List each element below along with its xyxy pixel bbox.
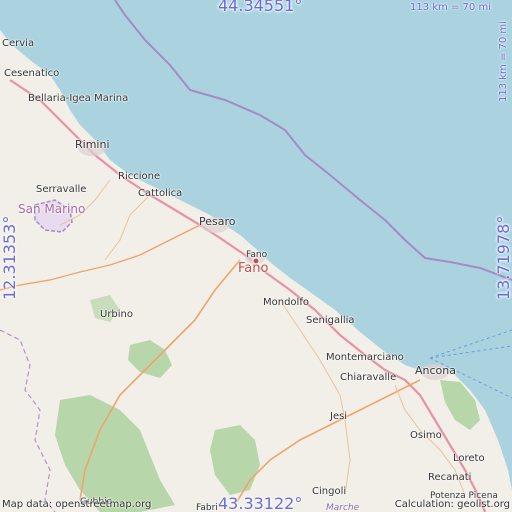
place-label: Recanati: [428, 472, 472, 483]
scale-horizontal: 113 km = 70 mi: [410, 2, 491, 13]
place-label: Cingoli: [312, 486, 347, 497]
place-label: Urbino: [100, 309, 134, 320]
marker-label[interactable]: Fano: [238, 261, 268, 276]
place-label: Fabri: [196, 503, 218, 512]
place-label: Serravalle: [36, 184, 87, 195]
region-label: Marche: [326, 503, 360, 512]
place-label: Riccione: [118, 171, 161, 182]
place-label: Cesenatico: [4, 68, 60, 79]
country-label: San Marino: [18, 202, 86, 216]
place-label-text: Bellaria-Igea Marina: [28, 93, 129, 104]
place-label: Senigallia: [306, 315, 355, 326]
place-label: Cattolica: [138, 188, 183, 199]
coord-left: 12.31353°: [0, 215, 19, 300]
place-label: Bellaria-Igea Marina: [28, 92, 128, 105]
calculation-credit: Calculation: geolist.org: [394, 499, 510, 510]
place-label: Pesaro: [199, 215, 236, 228]
place-label: Loreto: [453, 453, 485, 464]
place-label: Osimo: [410, 430, 442, 441]
place-label: Rimini: [75, 138, 110, 151]
attribution-text: Map data: openstreetmap.org: [2, 499, 152, 510]
coord-bottom: 43.33122°: [218, 494, 303, 512]
place-label: Montemarciano: [326, 352, 404, 363]
place-label: Cervia: [2, 38, 35, 49]
map-view[interactable]: 44.34551° 43.33122° 12.31353° 13.71978° …: [0, 0, 512, 512]
place-label: Mondolfo: [263, 297, 309, 308]
scale-vertical: 113 km = 70 mi: [498, 21, 509, 102]
place-label: Ancona: [415, 364, 456, 377]
place-label: Chiaravalle: [340, 372, 397, 383]
coord-top: 44.34551°: [218, 0, 303, 15]
place-label: Fano: [246, 250, 268, 260]
coord-right: 13.71978°: [494, 215, 512, 300]
place-label: Jesi: [330, 411, 348, 422]
